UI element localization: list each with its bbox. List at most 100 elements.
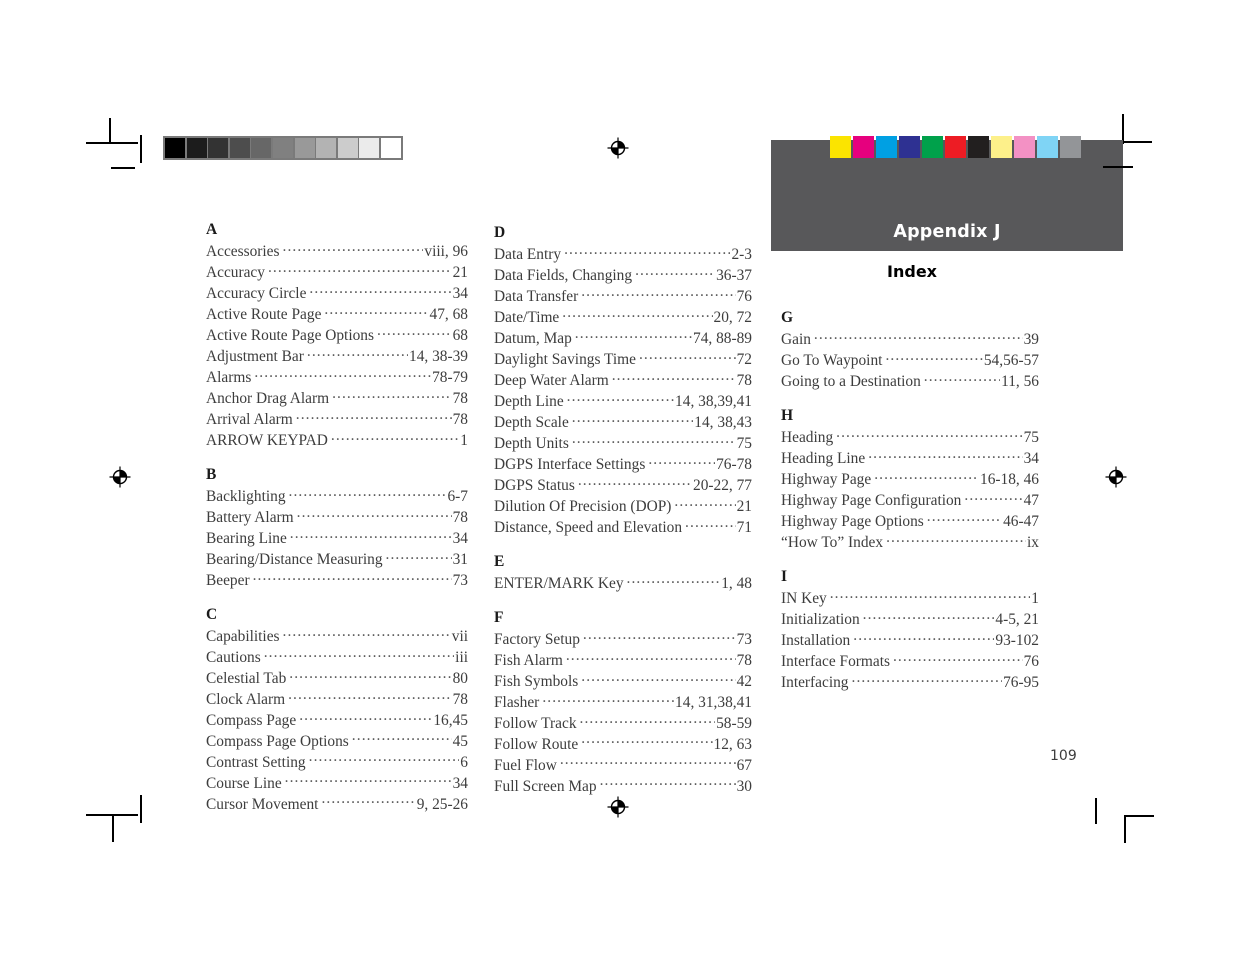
index-entry[interactable]: Highway Page 16-18, 46 xyxy=(781,469,1039,490)
index-entry[interactable]: Initialization 4-5, 21 xyxy=(781,609,1039,630)
index-entry-pages: 75 xyxy=(736,435,752,453)
index-entry[interactable]: Distance, Speed and Elevation 71 xyxy=(494,517,752,538)
index-entry-label: Heading Line xyxy=(781,450,866,468)
index-entry[interactable]: Flasher 14, 31,38,41 xyxy=(494,692,752,713)
index-entry[interactable]: Go To Waypoint 54,56-57 xyxy=(781,350,1039,371)
index-entry[interactable]: Compass Page Options 45 xyxy=(206,731,468,752)
index-entry-leader xyxy=(296,409,452,424)
index-entry-leader xyxy=(572,412,693,427)
index-entry[interactable]: Depth Line 14, 38,39,41 xyxy=(494,391,752,412)
index-letter-heading-C: C xyxy=(206,605,218,623)
index-entry[interactable]: Data Entry 2-3 xyxy=(494,244,752,265)
index-entry[interactable]: Bearing/Distance Measuring 31 xyxy=(206,549,468,570)
index-entry[interactable]: Course Line 34 xyxy=(206,773,468,794)
index-entry[interactable]: Celestial Tab 80 xyxy=(206,668,468,689)
index-entry[interactable]: Alarms 78-79 xyxy=(206,367,468,388)
index-entry[interactable]: Bearing Line 34 xyxy=(206,528,468,549)
index-entry[interactable]: Heading Line 34 xyxy=(781,448,1039,469)
index-entry[interactable]: Follow Track 58-59 xyxy=(494,713,752,734)
index-entry[interactable]: Accuracy Circle 34 xyxy=(206,283,468,304)
index-entry-label: Active Route Page Options xyxy=(206,327,374,345)
index-entry[interactable]: Battery Alarm 78 xyxy=(206,507,468,528)
index-entry[interactable]: Compass Page 16,45 xyxy=(206,710,468,731)
index-entry-label: Highway Page Configuration xyxy=(781,492,962,510)
index-entry[interactable]: Beeper 73 xyxy=(206,570,468,591)
index-entry[interactable]: Highway Page Configuration 47 xyxy=(781,490,1039,511)
index-entry-label: Bearing Line xyxy=(206,530,287,548)
index-entry[interactable]: DGPS Interface Settings 76-78 xyxy=(494,454,752,475)
index-entry[interactable]: Data Fields, Changing 36-37 xyxy=(494,265,752,286)
index-entry-leader xyxy=(542,692,674,707)
index-entry[interactable]: Backlighting 6-7 xyxy=(206,486,468,507)
index-entry-leader xyxy=(331,430,459,445)
index-entry[interactable]: Interfacing 76-95 xyxy=(781,672,1039,693)
index-entry-leader xyxy=(635,265,715,280)
index-entry[interactable]: Daylight Savings Time 72 xyxy=(494,349,752,370)
index-entry-leader xyxy=(289,486,447,501)
crop-mark-top-right-inner-horizontal xyxy=(1103,166,1133,168)
index-entry[interactable]: Interface Formats 76 xyxy=(781,651,1039,672)
index-entry[interactable]: Full Screen Map 30 xyxy=(494,776,752,797)
index-entry[interactable]: Follow Route 12, 63 xyxy=(494,734,752,755)
index-entry[interactable]: Accuracy 21 xyxy=(206,262,468,283)
index-entry-leader xyxy=(893,651,1023,666)
index-entry-label: Accessories xyxy=(206,243,280,261)
index-entry-label: Anchor Drag Alarm xyxy=(206,390,330,408)
index-entry-pages: 34 xyxy=(452,530,468,548)
index-entry[interactable]: ENTER/MARK Key 1, 48 xyxy=(494,573,752,594)
index-entry-pages: ix xyxy=(1027,534,1039,552)
index-entry[interactable]: Datum, Map 74, 88-89 xyxy=(494,328,752,349)
index-entry[interactable]: Active Route Page 47, 68 xyxy=(206,304,468,325)
index-entry[interactable]: Fish Alarm 78 xyxy=(494,650,752,671)
index-entry[interactable]: Clock Alarm 78 xyxy=(206,689,468,710)
appendix-title: Appendix J xyxy=(893,222,1001,242)
index-entry-leader xyxy=(264,647,454,662)
index-entry[interactable]: Fish Symbols 42 xyxy=(494,671,752,692)
index-entry[interactable]: DGPS Status 20-22, 77 xyxy=(494,475,752,496)
index-entry[interactable]: Fuel Flow 67 xyxy=(494,755,752,776)
index-entry[interactable]: “How To” Index ix xyxy=(781,532,1039,553)
index-entry-leader xyxy=(283,241,424,256)
index-entry[interactable]: Adjustment Bar 14, 38-39 xyxy=(206,346,468,367)
index-entry[interactable]: Heading 75 xyxy=(781,427,1039,448)
index-entry-leader xyxy=(297,507,452,522)
index-entry[interactable]: Arrival Alarm 78 xyxy=(206,409,468,430)
index-entry-label: Depth Line xyxy=(494,393,564,411)
index-entry-label: Highway Page Options xyxy=(781,513,924,531)
index-entry-leader xyxy=(289,668,451,683)
index-entry-label: Compass Page Options xyxy=(206,733,349,751)
index-entry[interactable]: Dilution Of Precision (DOP) 21 xyxy=(494,496,752,517)
index-entry-leader xyxy=(924,371,1000,386)
index-entry-pages: 78 xyxy=(452,691,468,709)
index-entry-leader xyxy=(964,490,1022,505)
index-entry-leader xyxy=(581,734,712,749)
index-entry[interactable]: Accessories viii, 96 xyxy=(206,241,468,262)
index-entry[interactable]: IN Key 1 xyxy=(781,588,1039,609)
index-entry[interactable]: Data Transfer 76 xyxy=(494,286,752,307)
index-entry-label: Data Transfer xyxy=(494,288,579,306)
index-entry-pages: 14, 31,38,41 xyxy=(675,694,752,712)
color-swatch-light-blue xyxy=(1037,136,1058,158)
index-entry[interactable]: Highway Page Options 46-47 xyxy=(781,511,1039,532)
index-entry[interactable]: Installation 93-102 xyxy=(781,630,1039,651)
index-entry[interactable]: Cursor Movement 9, 25-26 xyxy=(206,794,468,815)
index-entry[interactable]: Depth Scale 14, 38,43 xyxy=(494,412,752,433)
index-entry-pages: 47, 68 xyxy=(429,306,468,324)
index-entry[interactable]: Factory Setup 73 xyxy=(494,629,752,650)
index-entry-pages: 74, 88-89 xyxy=(693,330,752,348)
index-entry[interactable]: Capabilities vii xyxy=(206,626,468,647)
index-entry[interactable]: Active Route Page Options 68 xyxy=(206,325,468,346)
index-entry[interactable]: Contrast Setting 6 xyxy=(206,752,468,773)
index-entry[interactable]: Depth Units 75 xyxy=(494,433,752,454)
index-entry-leader xyxy=(321,794,415,809)
index-entry-label: “How To” Index xyxy=(781,534,884,552)
index-entry[interactable]: Anchor Drag Alarm 78 xyxy=(206,388,468,409)
index-entry-leader xyxy=(562,307,712,322)
index-entry[interactable]: Gain 39 xyxy=(781,329,1039,350)
index-entry[interactable]: Going to a Destination 11, 56 xyxy=(781,371,1039,392)
index-entry-label: Follow Track xyxy=(494,715,577,733)
index-entry[interactable]: Deep Water Alarm 78 xyxy=(494,370,752,391)
index-entry[interactable]: ARROW KEYPAD 1 xyxy=(206,430,468,451)
index-entry[interactable]: Date/Time 20, 72 xyxy=(494,307,752,328)
index-entry[interactable]: Cautions iii xyxy=(206,647,468,668)
